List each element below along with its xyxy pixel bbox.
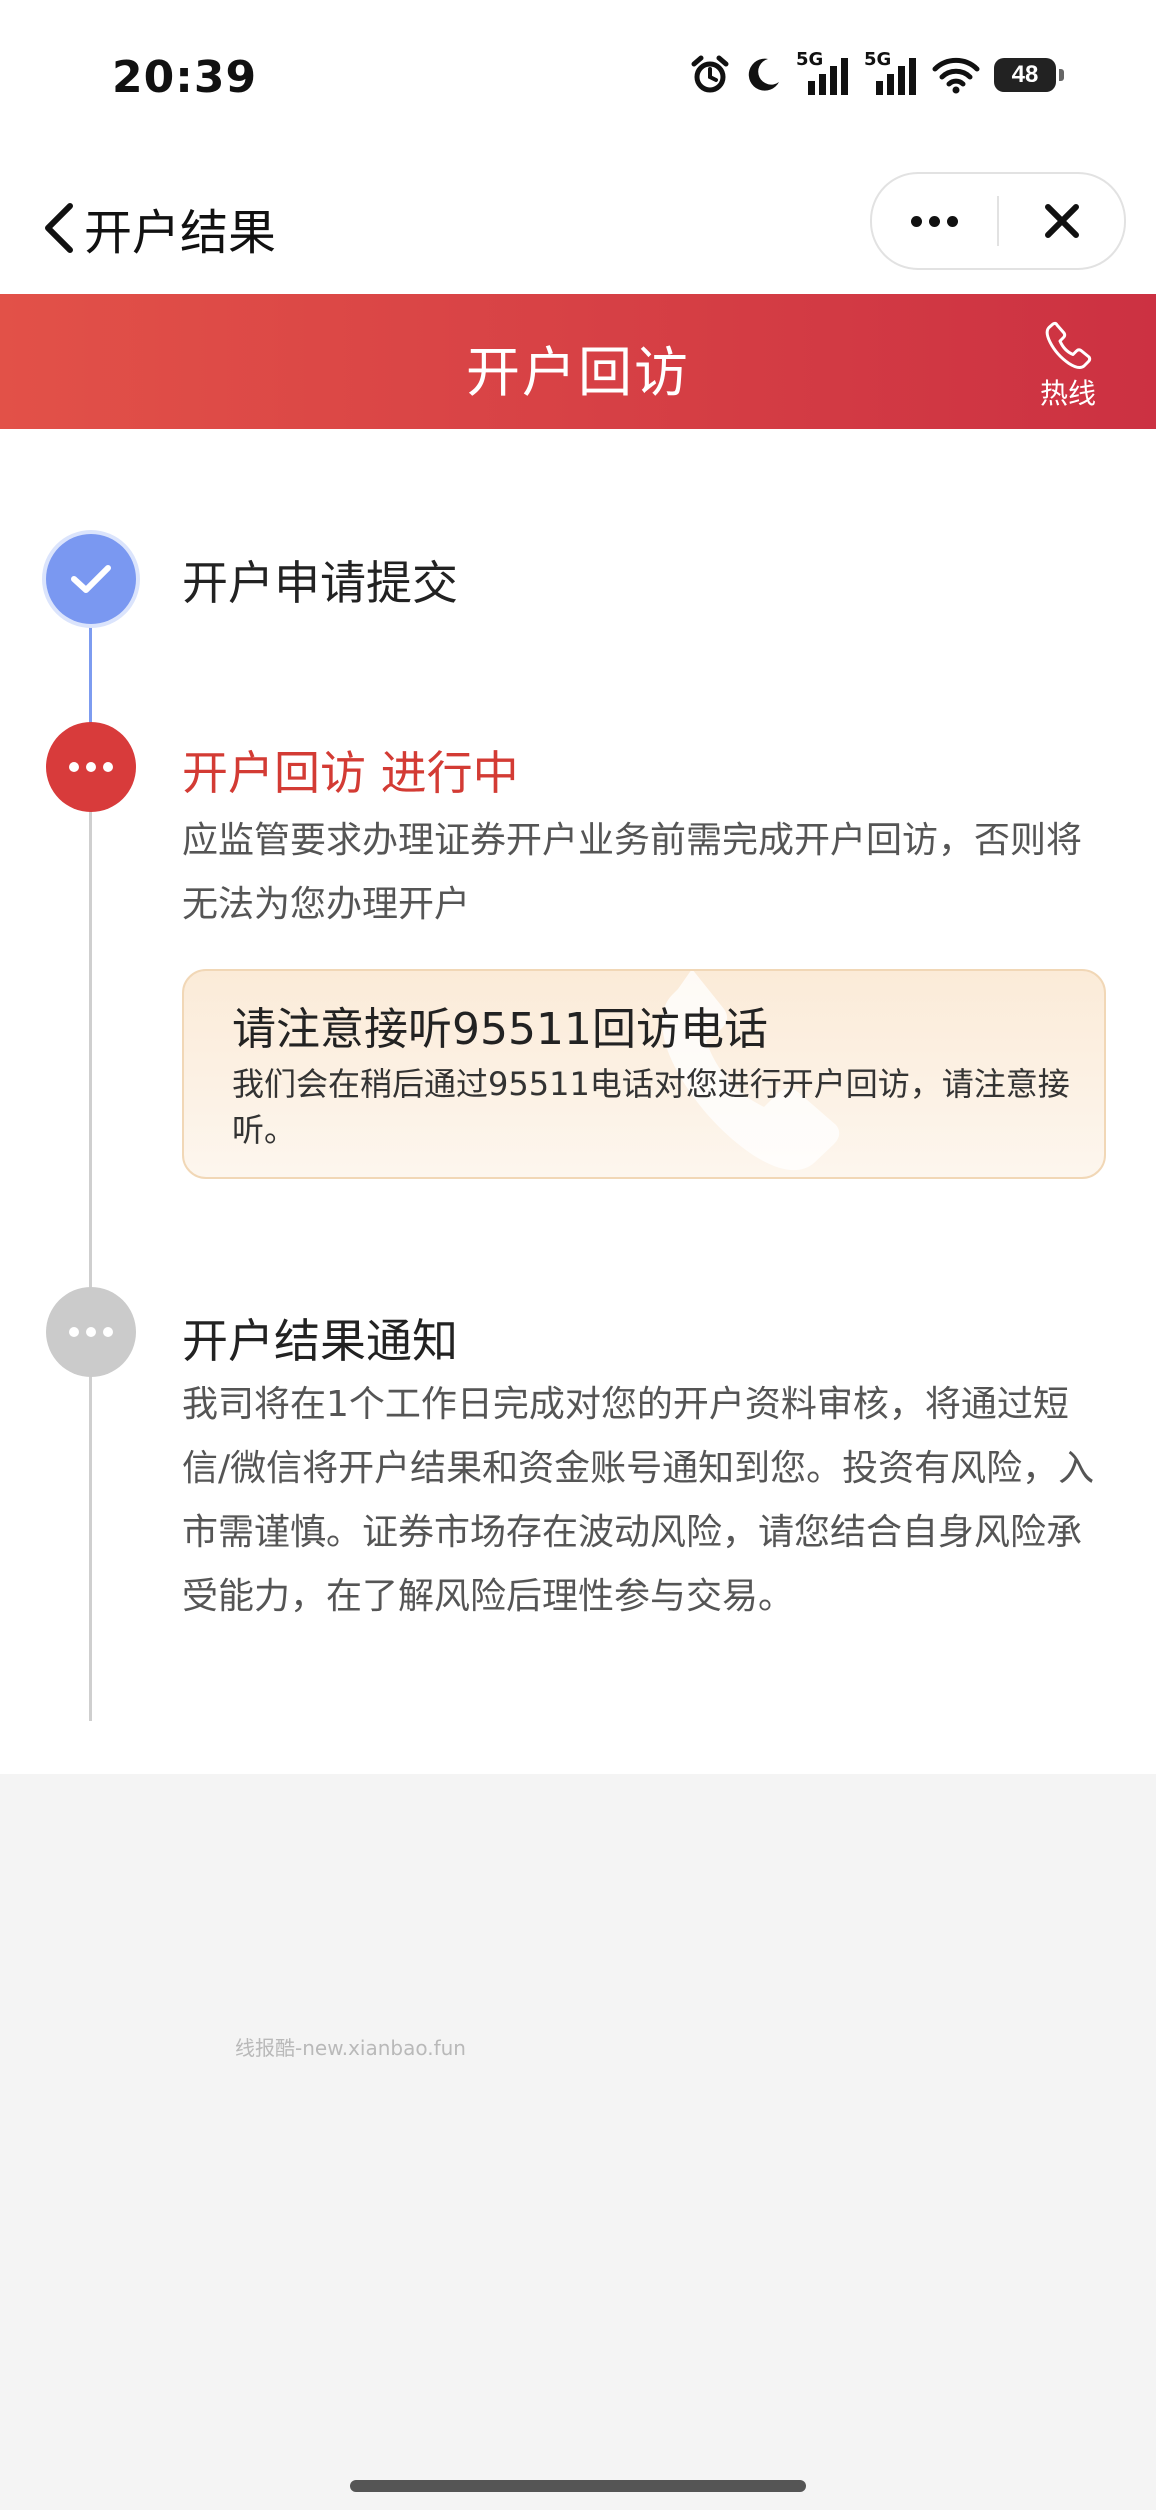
home-indicator[interactable] <box>350 2480 806 2492</box>
step-3-description: 我司将在1个工作日完成对您的开户资料审核，将通过短信/微信将开户结果和资金账号通… <box>182 1384 1095 1617</box>
alarm-icon <box>691 55 729 93</box>
more-icon <box>911 215 958 227</box>
in-progress-icon <box>69 762 113 772</box>
callback-notice-card: 请注意接听95511回访电话 我们会在稍后通过95511电话对您进行开户回访，请… <box>182 969 1106 1179</box>
check-icon <box>71 565 111 593</box>
notice-text: 我们会在稍后通过95511电话对您进行开户回访，请注意接听。 <box>232 1065 1070 1149</box>
moon-icon <box>748 58 779 91</box>
close-button[interactable] <box>999 174 1124 268</box>
step-2-description: 应监管要求办理证券开户业务前需完成开户回访，否则将无法为您办理开户 <box>182 820 1083 925</box>
status-icons: 5G 5G 48 <box>690 49 1064 95</box>
signal-bars-icon <box>876 58 916 95</box>
signal-1: 5G <box>796 49 850 95</box>
page: 20:39 5G 5G 48 开户结果 开户回访 热线 开户申请提交 开户回访 … <box>0 0 1156 2510</box>
battery-level: 48 <box>1011 61 1039 88</box>
signal-bars-icon <box>808 58 848 95</box>
hotline-label: 热线 <box>1039 377 1096 410</box>
pending-icon <box>69 1327 113 1337</box>
step-1-indicator <box>46 534 136 624</box>
mini-program-capsule <box>870 172 1126 270</box>
page-title: 开户结果 <box>84 205 277 261</box>
back-button[interactable]: 开户结果 <box>40 190 276 266</box>
step-2-title: 开户回访 进行中 <box>182 746 519 800</box>
header-banner: 开户回访 热线 <box>0 294 1156 429</box>
banner-title: 开户回访 <box>466 341 690 404</box>
step-1-title: 开户申请提交 <box>182 556 458 610</box>
hotline-button[interactable]: 热线 <box>1018 320 1118 412</box>
nav-bar: 开户结果 <box>0 160 1156 294</box>
step-3-indicator <box>46 1287 136 1377</box>
notice-title: 请注意接听95511回访电话 <box>232 1004 768 1055</box>
wifi-icon <box>932 57 980 94</box>
signal-2: 5G <box>864 49 918 95</box>
progress-content: 开户申请提交 开户回访 进行中 应监管要求办理证券开户业务前需完成开户回访，否则… <box>0 429 1156 1774</box>
status-time: 20:39 <box>112 52 258 103</box>
step-3-title: 开户结果通知 <box>182 1314 458 1368</box>
status-bar: 20:39 5G 5G 48 <box>0 0 1156 160</box>
close-icon <box>1044 204 1079 238</box>
watermark-text: 线报酷-new.xianbao.fun <box>235 2036 466 2060</box>
phone-icon <box>1045 321 1092 369</box>
timeline-connector-pending <box>89 811 92 1721</box>
step-2-indicator <box>46 722 136 812</box>
chevron-left-icon <box>45 203 73 253</box>
more-button[interactable] <box>872 174 997 268</box>
battery-icon: 48 <box>994 58 1064 92</box>
